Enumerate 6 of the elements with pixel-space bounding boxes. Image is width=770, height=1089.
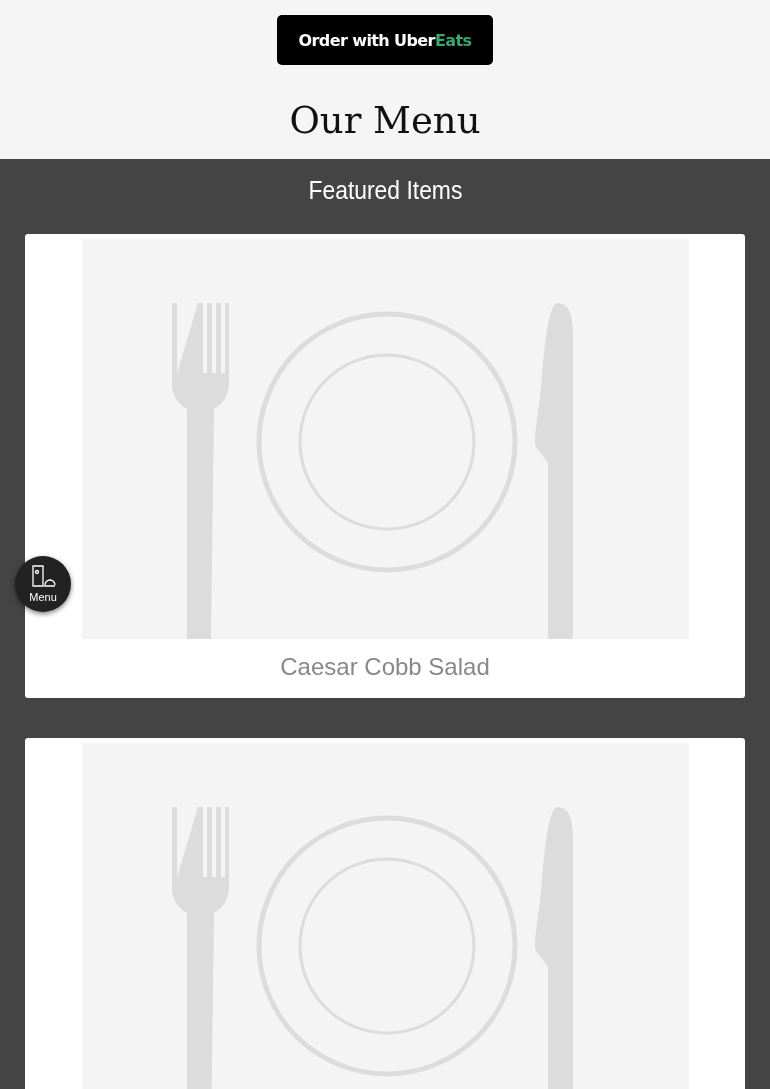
menu-item-card[interactable] xyxy=(25,738,745,1089)
order-uber-eats-button[interactable]: Order with UberEats xyxy=(276,15,494,65)
section-heading: Featured Items xyxy=(308,175,462,206)
page-title: Our Menu xyxy=(289,99,481,142)
item-name: Caesar Cobb Salad xyxy=(280,653,490,681)
menu-cloche-icon xyxy=(30,565,56,589)
